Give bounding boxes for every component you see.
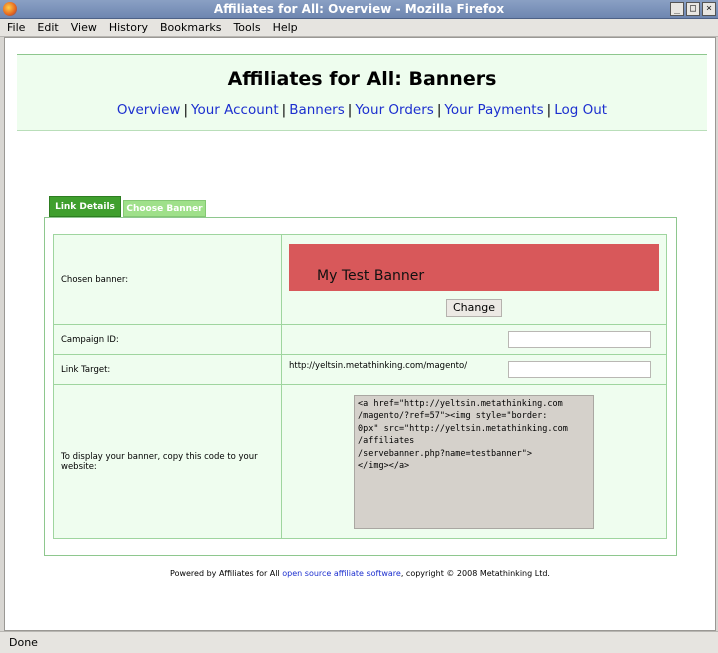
menu-bar: File Edit View History Bookmarks Tools H… [0,19,718,37]
nav-separator: | [546,102,552,118]
nav-your-payments[interactable]: Your Payments [444,102,543,118]
change-button[interactable]: Change [446,298,502,317]
link-details-table: Chosen banner: My Test Banner Change Cam… [53,234,667,539]
campaign-id-cell [281,324,667,355]
page-title: Affiliates for All: Banners [227,68,497,90]
link-target-input[interactable] [508,361,651,378]
banner-code-cell: <a href="http://yeltsin.metathinking.com… [281,384,667,539]
row-link-target: Link Target: http://yeltsin.metathinking… [53,354,667,385]
campaign-id-label: Campaign ID: [53,324,282,355]
menu-tools[interactable]: Tools [233,21,260,34]
page-header: Affiliates for All: Banners Overview | You… [17,54,707,131]
banner-preview: My Test Banner [289,243,659,291]
chosen-banner-cell: My Test Banner Change [281,234,667,325]
nav-overview[interactable]: Overview [117,102,181,118]
tab-link-details[interactable]: Link Details [49,196,121,217]
menu-bookmarks[interactable]: Bookmarks [160,21,221,34]
nav-your-orders[interactable]: Your Orders [355,102,434,118]
minimize-icon[interactable]: _ [670,2,684,16]
nav-separator: | [183,102,189,118]
close-icon[interactable]: × [702,2,716,16]
link-details-panel: Chosen banner: My Test Banner Change Cam… [44,217,677,556]
footer-link[interactable]: open source affiliate software [282,569,401,578]
tab-choose-banner[interactable]: Choose Banner [123,200,206,217]
menu-file[interactable]: File [7,21,25,34]
row-campaign-id: Campaign ID: [53,324,667,355]
page-footer: Powered by Affiliates for All open sourc… [5,569,715,578]
nav-separator: | [281,102,287,118]
nav-banners[interactable]: Banners [289,102,345,118]
chosen-banner-label: Chosen banner: [53,234,282,325]
window-titlebar: Affiliates for All: Overview - Mozilla F… [0,0,718,19]
banner-code-textarea[interactable]: <a href="http://yeltsin.metathinking.com… [354,394,594,529]
link-target-prefix: http://yeltsin.metathinking.com/magento/ [289,361,468,371]
menu-edit[interactable]: Edit [37,21,58,34]
campaign-id-input[interactable] [508,331,651,348]
link-target-cell: http://yeltsin.metathinking.com/magento/ [281,354,667,385]
status-bar: Done [0,631,718,653]
window-title: Affiliates for All: Overview - Mozilla F… [213,2,505,16]
footer-suffix: , copyright © 2008 Metathinking Ltd. [400,569,550,578]
row-banner-code: To display your banner, copy this code t… [53,384,667,539]
nav-your-account[interactable]: Your Account [191,102,279,118]
nav-log-out[interactable]: Log Out [554,102,607,118]
row-chosen-banner: Chosen banner: My Test Banner Change [53,234,667,325]
menu-help[interactable]: Help [273,21,298,34]
nav-separator: | [347,102,353,118]
banner-code-label: To display your banner, copy this code t… [53,384,282,539]
window-controls: _ □ × [670,2,716,16]
nav-separator: | [436,102,442,118]
status-text: Done [9,636,38,649]
maximize-icon[interactable]: □ [686,2,700,16]
link-target-label: Link Target: [53,354,282,385]
menu-view[interactable]: View [71,21,97,34]
banner-text: My Test Banner [317,267,425,284]
page-viewport: Affiliates for All: Banners Overview | You… [4,37,716,631]
main-nav: Overview | Your Account | Banners | Your Order… [17,102,707,118]
menu-history[interactable]: History [109,21,148,34]
footer-prefix: Powered by Affiliates for All [170,569,283,578]
